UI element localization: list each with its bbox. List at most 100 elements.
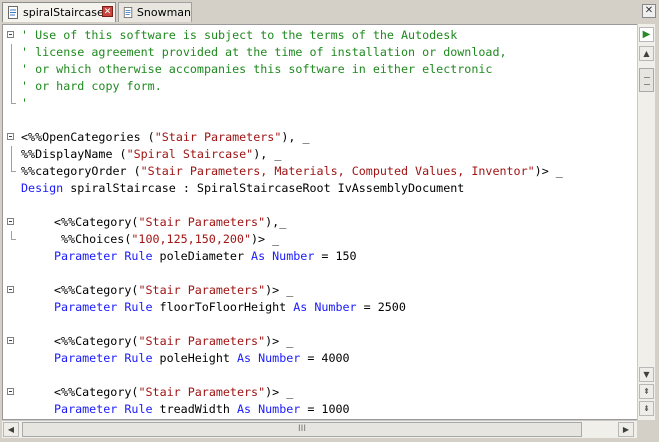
- code-line: <%%Category("Stair Parameters")> _: [3, 333, 293, 350]
- string-literal: "Stair Parameters": [138, 283, 266, 297]
- page-down-button[interactable]: ⇟: [639, 401, 654, 416]
- code-text: poleHeight: [152, 351, 237, 365]
- scrollbar-corner: [637, 420, 655, 438]
- code-text: )> _: [251, 232, 280, 246]
- collapse-icon[interactable]: [7, 133, 14, 140]
- string-literal: "Stair Parameters": [138, 334, 266, 348]
- code-line: <%%Category("Stair Parameters"),_: [3, 214, 286, 231]
- keyword: Parameter Rule: [54, 351, 153, 365]
- string-literal: "Stair Parameters, Materials, Computed V…: [140, 164, 535, 178]
- code-text: )> _: [265, 385, 294, 399]
- horizontal-scroll-thumb[interactable]: III: [22, 422, 582, 437]
- code-text: = 1000: [300, 402, 350, 416]
- code-text: )> _: [534, 164, 563, 178]
- code-text: %%Choices(: [61, 232, 132, 246]
- code-text: )> _: [265, 334, 294, 348]
- code-text: %%categoryOrder (: [21, 164, 141, 178]
- fold-line: [11, 44, 12, 61]
- document-tab-bar: spiralStaircase ✕ Snowman ✕: [0, 0, 659, 24]
- page-up-button[interactable]: ⇞: [639, 384, 654, 399]
- code-text: %%DisplayName (: [21, 147, 127, 161]
- fold-line: [11, 146, 12, 163]
- keyword: As Number: [236, 351, 301, 365]
- fold-line: [11, 78, 12, 95]
- code-text: <%%Category(: [54, 283, 139, 297]
- keyword: Parameter Rule: [54, 249, 153, 263]
- code-text: <%%Category(: [54, 334, 139, 348]
- keyword: As Number: [293, 300, 357, 314]
- scroll-right-button[interactable]: ▶: [618, 422, 634, 437]
- fold-end: [11, 95, 16, 104]
- code-line: %%categoryOrder ("Stair Parameters, Mate…: [3, 163, 563, 180]
- code-line: ' or which otherwise accompanies this so…: [3, 61, 492, 78]
- tab-snowman[interactable]: Snowman: [118, 2, 192, 22]
- code-line: ' Use of this software is subject to the…: [3, 27, 457, 44]
- code-line: %%DisplayName ("Spiral Staircase"), _: [3, 146, 281, 163]
- code-line: ': [3, 95, 31, 112]
- close-window-icon[interactable]: ✕: [642, 4, 656, 18]
- close-tab-icon[interactable]: ✕: [102, 6, 113, 17]
- keyword: As Number: [251, 249, 315, 263]
- code-text: = 150: [314, 249, 357, 263]
- code-line: Parameter Rule poleDiameter As Number = …: [3, 248, 357, 265]
- code-line: ' or hard copy form.: [3, 78, 162, 95]
- code-line: Design spiralStaircase : SpiralStaircase…: [3, 180, 464, 197]
- string-literal: "Stair Parameters": [138, 215, 266, 229]
- code-text: <%%OpenCategories (: [21, 130, 155, 144]
- run-rule-button[interactable]: ▶: [639, 27, 654, 42]
- code-text: treadWidth: [152, 402, 237, 416]
- collapse-icon[interactable]: [7, 337, 14, 344]
- fold-end: [11, 231, 16, 240]
- vertical-scrollbar[interactable]: ▶ ▲ ▼ ⇞ ⇟: [637, 24, 655, 420]
- code-line: <%%OpenCategories ("Stair Parameters"), …: [3, 129, 310, 146]
- code-line: ' license agreement provided at the time…: [3, 44, 507, 61]
- scroll-left-button[interactable]: ◀: [3, 422, 19, 437]
- code-text: )> _: [265, 283, 294, 297]
- code-text: <%%Category(: [54, 385, 139, 399]
- comment-text: ' or hard copy form.: [21, 79, 162, 93]
- vertical-scroll-thumb[interactable]: [639, 68, 654, 92]
- comment-text: ': [21, 96, 29, 110]
- string-literal: "Spiral Staircase": [126, 147, 254, 161]
- comment-text: ' license agreement provided at the time…: [21, 45, 507, 59]
- horizontal-scrollbar[interactable]: ◀ III ▶: [2, 420, 637, 438]
- comment-text: ' Use of this software is subject to the…: [21, 28, 458, 42]
- code-text: poleDiameter: [152, 249, 252, 263]
- code-text: ),_: [265, 215, 287, 229]
- code-line: Parameter Rule poleHeight As Number = 40…: [3, 350, 350, 367]
- keyword: As Number: [236, 402, 301, 416]
- code-line: <%%Category("Stair Parameters")> _: [3, 384, 293, 401]
- code-line: %%Choices("100,125,150,200")> _: [3, 231, 279, 248]
- keyword: Parameter Rule: [54, 300, 153, 314]
- scroll-up-button[interactable]: ▲: [639, 46, 654, 61]
- code-line: Parameter Rule treadWidth As Number = 10…: [3, 401, 350, 418]
- document-icon: [123, 7, 133, 18]
- string-literal: "Stair Parameters": [154, 130, 282, 144]
- collapse-icon[interactable]: [7, 388, 14, 395]
- comment-text: ' or which otherwise accompanies this so…: [21, 62, 493, 76]
- string-literal: "100,125,150,200": [131, 232, 251, 246]
- collapse-icon[interactable]: [7, 286, 14, 293]
- keyword: Design: [21, 181, 64, 195]
- fold-end: [11, 163, 16, 172]
- scroll-down-button[interactable]: ▼: [639, 367, 654, 382]
- code-line: Parameter Rule floorToFloorHeight As Num…: [3, 299, 406, 316]
- code-line: <%%Category("Stair Parameters")> _: [3, 282, 293, 299]
- tab-label: Snowman: [136, 6, 191, 19]
- string-literal: "Stair Parameters": [138, 385, 266, 399]
- code-editor[interactable]: ' Use of this software is subject to the…: [2, 24, 637, 420]
- code-text: <%%Category(: [54, 215, 139, 229]
- collapse-icon[interactable]: [7, 218, 14, 225]
- tab-spiral-staircase[interactable]: spiralStaircase ✕: [2, 2, 116, 22]
- tab-label: spiralStaircase: [23, 6, 104, 19]
- code-text: = 2500: [356, 300, 406, 314]
- code-text: spiralStaircase : SpiralStaircaseRoot Iv…: [63, 181, 465, 195]
- document-icon: [8, 6, 18, 19]
- code-text: floorToFloorHeight: [152, 300, 294, 314]
- code-text: ), _: [253, 147, 282, 161]
- collapse-icon[interactable]: [7, 31, 14, 38]
- fold-line: [11, 61, 12, 78]
- keyword: Parameter Rule: [54, 402, 153, 416]
- code-text: ), _: [281, 130, 310, 144]
- code-text: = 4000: [300, 351, 350, 365]
